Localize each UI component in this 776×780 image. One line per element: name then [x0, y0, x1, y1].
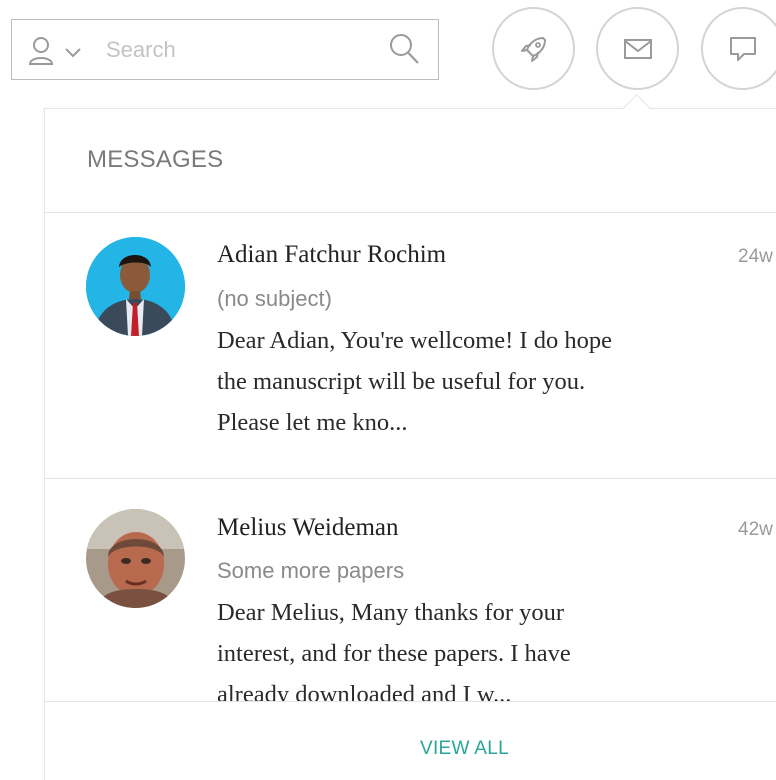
panel-footer: VIEW ALL — [45, 701, 776, 780]
avatar — [86, 237, 185, 336]
rocket-icon — [520, 36, 546, 62]
snippet-line: Dear Adian, You're wellcome! I do hope — [217, 327, 612, 354]
sender-name: Melius Weideman — [217, 514, 399, 541]
snippet-line: already downloaded and I w... — [217, 681, 512, 701]
snippet-line: Dear Melius, Many thanks for your — [217, 599, 565, 626]
messages-button[interactable] — [596, 7, 679, 90]
mail-icon — [623, 38, 652, 59]
snippet-line: Please let me kno... — [217, 409, 408, 436]
chevron-down-icon[interactable] — [64, 46, 82, 58]
snippet-line: interest, and for these papers. I have — [217, 640, 571, 667]
view-all-link[interactable]: VIEW ALL — [420, 738, 509, 760]
snippet-line: the manuscript will be useful for you. — [217, 368, 586, 395]
avatar — [86, 509, 185, 608]
message-item[interactable]: Adian Fatchur Rochim (no subject) Dear A… — [45, 213, 776, 478]
message-time: 24w — [738, 246, 773, 267]
chat-button[interactable] — [701, 7, 776, 90]
message-subject: Some more papers — [217, 558, 405, 583]
panel-title: MESSAGES — [87, 146, 224, 173]
message-item[interactable]: Melius Weideman Some more papers Dear Me… — [45, 479, 776, 701]
notifications-button[interactable] — [492, 7, 575, 90]
message-time: 42w — [738, 519, 773, 540]
message-snippet: Dear Adian, You're wellcome! I do hope t… — [217, 320, 727, 443]
sender-name: Adian Fatchur Rochim — [217, 241, 447, 268]
chat-icon — [729, 36, 756, 61]
search-input[interactable]: Search — [106, 37, 176, 63]
search-box[interactable]: Search — [11, 19, 439, 80]
message-snippet: Dear Melius, Many thanks for your intere… — [217, 592, 727, 701]
search-icon[interactable] — [388, 32, 420, 66]
message-subject: (no subject) — [217, 286, 332, 311]
user-icon[interactable] — [28, 36, 54, 66]
